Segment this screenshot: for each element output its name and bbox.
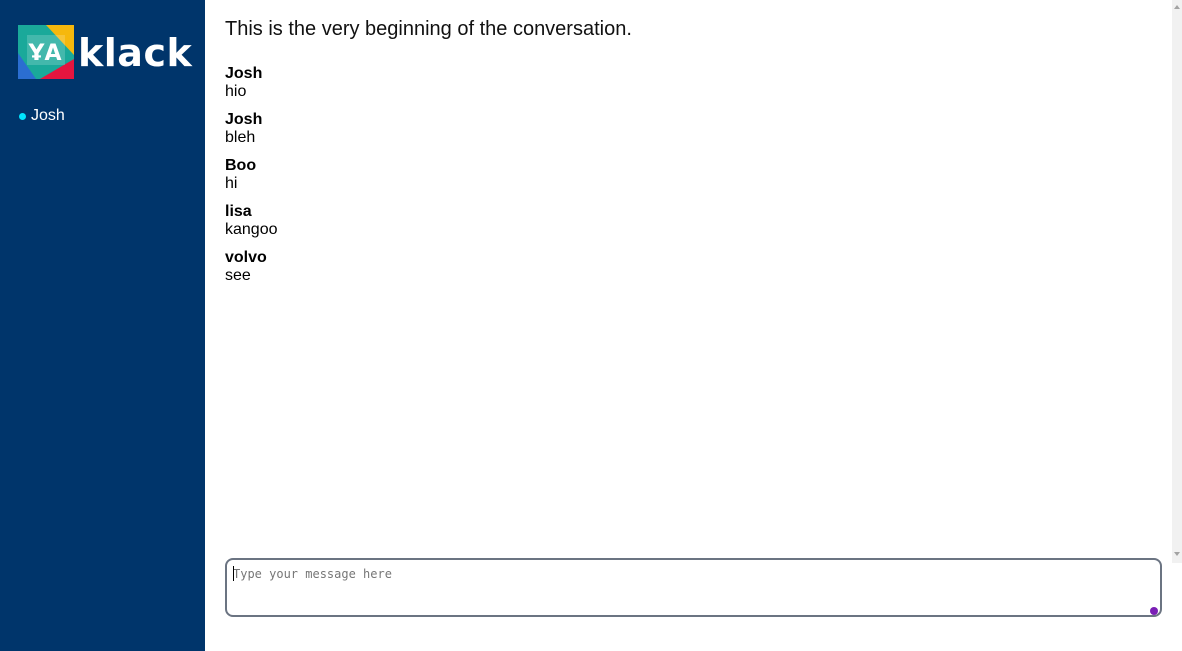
message-author: volvo — [225, 249, 267, 266]
brand-name: klack — [78, 31, 193, 75]
message-list: Josh hio Josh bleh Boo hi lisa kangoo vo… — [225, 65, 278, 295]
message-input[interactable] — [225, 558, 1162, 617]
scroll-up-arrow-icon[interactable] — [1173, 3, 1181, 11]
message-text: see — [225, 267, 251, 284]
resize-grip-icon[interactable] — [1150, 606, 1160, 616]
sidebar: ҰA klack Josh — [0, 0, 205, 651]
sidebar-item-label: Josh — [31, 107, 65, 124]
klack-logo-icon: ҰA — [18, 25, 74, 79]
sidebar-item-josh[interactable]: Josh — [19, 106, 65, 126]
online-dot-icon — [19, 113, 26, 120]
message-author: Josh — [225, 111, 263, 128]
message: Boo hi — [225, 157, 278, 193]
scroll-down-arrow-icon[interactable] — [1173, 550, 1181, 558]
message-text: bleh — [225, 129, 256, 146]
message: Josh bleh — [225, 111, 278, 147]
message: volvo see — [225, 249, 278, 285]
message-text: kangoo — [225, 221, 278, 238]
klack-app: ҰA klack Josh This is the very beginning… — [0, 0, 1182, 651]
conversation-intro: This is the very beginning of the conver… — [225, 18, 632, 40]
message-author: Josh — [225, 65, 263, 82]
conversation-panel: This is the very beginning of the conver… — [205, 0, 1172, 651]
message-text: hio — [225, 83, 247, 100]
message-text: hi — [225, 175, 238, 192]
vertical-scrollbar[interactable] — [1172, 0, 1182, 563]
message-author: lisa — [225, 203, 252, 220]
text-caret — [233, 566, 234, 581]
svg-text:ҰA: ҰA — [28, 41, 62, 66]
message-author: Boo — [225, 157, 257, 174]
message: lisa kangoo — [225, 203, 278, 239]
message: Josh hio — [225, 65, 278, 101]
